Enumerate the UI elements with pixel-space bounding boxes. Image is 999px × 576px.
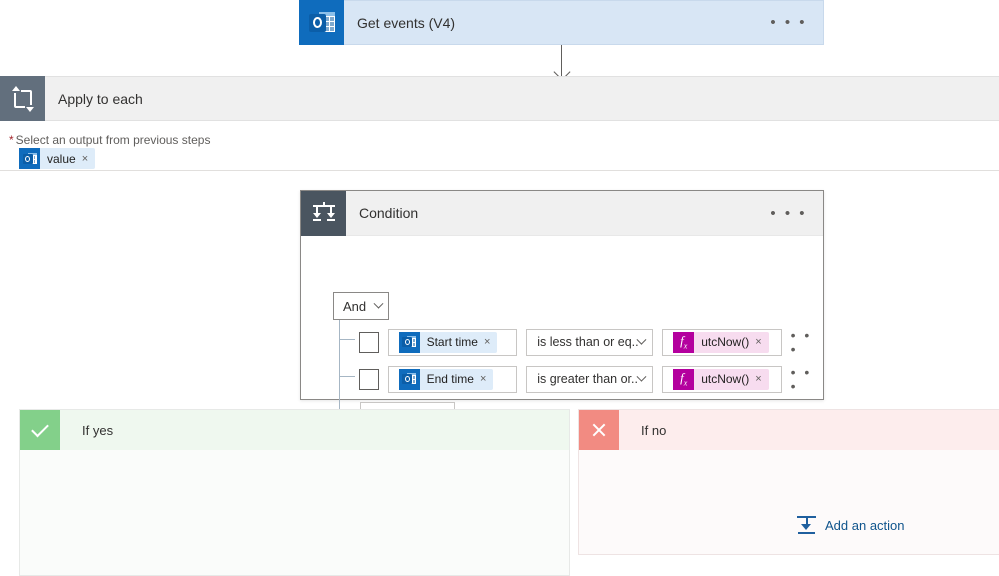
field-label-text: Select an output from previous steps: [15, 133, 211, 147]
token-value[interactable]: O value ×: [19, 148, 96, 169]
condition-row-menu-button[interactable]: • • •: [791, 365, 823, 393]
token-remove-icon[interactable]: ×: [484, 336, 497, 348]
select-output-input[interactable]: O value ×: [0, 147, 999, 171]
condition-row-checkbox[interactable]: [359, 368, 379, 390]
token-remove-icon[interactable]: ×: [82, 153, 95, 165]
outlook-icon: O: [398, 368, 420, 390]
condition-title: Condition: [359, 205, 419, 221]
condition-operator-select[interactable]: is less than or eq...: [526, 328, 654, 356]
token-remove-icon[interactable]: ×: [480, 373, 493, 385]
condition-icon: [301, 190, 346, 236]
condition-value-input[interactable]: fx utcNow() ×: [662, 365, 782, 393]
token-label: value: [47, 151, 76, 166]
condition-menu-button[interactable]: • • •: [770, 206, 807, 221]
token-remove-icon[interactable]: ×: [755, 373, 768, 385]
condition-field-input[interactable]: O Start time ×: [387, 328, 518, 356]
operator-label: is greater than or...: [537, 372, 639, 386]
operator-group-label: And: [343, 298, 367, 314]
operator-label: is less than or eq...: [537, 335, 639, 349]
condition-tree-line: [339, 320, 340, 414]
outlook-icon: O: [19, 148, 40, 169]
action-card-get-events[interactable]: O Get events (V4) • • •: [299, 0, 824, 45]
outlook-icon: O: [299, 0, 344, 45]
branch-panel-if-no: If no: [578, 409, 999, 555]
token-utcnow[interactable]: fx utcNow() ×: [673, 368, 769, 390]
condition-operator-group-select[interactable]: And: [333, 292, 389, 320]
condition-row: O Start time × is less than or eq... fx: [359, 328, 823, 356]
loop-icon: [0, 76, 45, 121]
outlook-icon: O: [398, 331, 420, 353]
apply-to-each-field-label: * Select an output from previous steps: [9, 133, 210, 147]
condition-tree-branch: [339, 376, 355, 377]
condition-operator-select[interactable]: is greater than or...: [526, 365, 654, 393]
fx-icon: fx: [673, 368, 695, 390]
add-an-action-label: Add an action: [825, 517, 905, 533]
token-remove-icon[interactable]: ×: [755, 336, 768, 348]
if-no-label: If no: [641, 422, 667, 438]
condition-field-input[interactable]: O End time ×: [387, 365, 518, 393]
token-label: utcNow(): [701, 335, 750, 349]
connector-arrow-to-apply-to-each: [561, 45, 562, 77]
branch-panel-if-yes: If yes {x} Set variable • • • *Name Busy: [19, 409, 570, 576]
if-yes-header: If yes: [20, 410, 569, 450]
condition-value-input[interactable]: fx utcNow() ×: [662, 328, 782, 356]
token-label: End time: [426, 372, 474, 386]
token-start-time[interactable]: O Start time ×: [398, 331, 498, 353]
token-utcnow[interactable]: fx utcNow() ×: [673, 331, 769, 353]
condition-row-checkbox[interactable]: [359, 331, 379, 353]
flow-designer-canvas: O Get events (V4) • • • Apply to each *S…: [0, 0, 999, 576]
if-no-header: If no: [579, 410, 999, 450]
condition-row-menu-button[interactable]: • • •: [791, 328, 823, 356]
apply-to-each-title: Apply to each: [58, 90, 143, 107]
add-action-icon: [797, 516, 816, 534]
action-card-apply-to-each[interactable]: Apply to each: [0, 76, 999, 121]
condition-tree-branch: [339, 339, 355, 340]
required-marker: *: [9, 133, 14, 147]
close-icon: [579, 410, 619, 450]
token-end-time[interactable]: O End time ×: [398, 368, 494, 390]
condition-body: And O Star: [301, 236, 823, 431]
get-events-menu-button[interactable]: • • •: [770, 15, 807, 30]
condition-row: O End time × is greater than or... fx: [359, 365, 823, 393]
token-label: utcNow(): [701, 372, 750, 386]
get-events-title: Get events (V4): [357, 14, 456, 31]
add-an-action-button[interactable]: Add an action: [797, 516, 905, 534]
action-card-condition[interactable]: Condition • • • And Start time × is less…: [300, 190, 824, 431]
token-label: Start time: [426, 335, 478, 349]
checkmark-icon: [20, 410, 60, 450]
fx-icon: fx: [673, 331, 695, 353]
chevron-down-icon: [373, 298, 384, 309]
if-yes-label: If yes: [82, 422, 114, 438]
condition-header[interactable]: Condition • • •: [301, 190, 823, 236]
